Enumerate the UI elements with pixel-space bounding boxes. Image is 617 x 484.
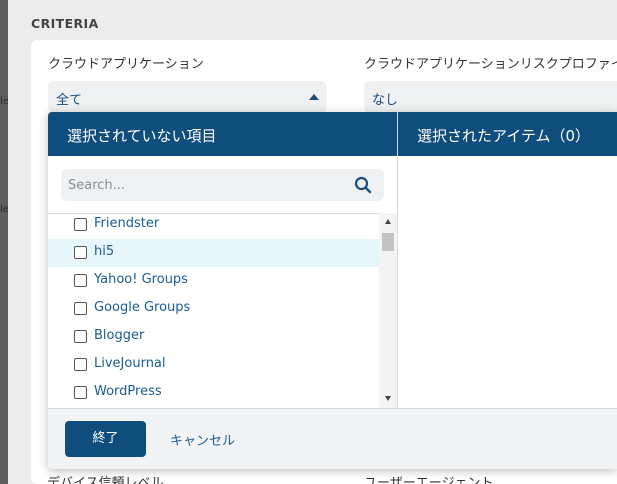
- background-panel-edge: le le: [0, 0, 8, 484]
- checkbox[interactable]: [74, 274, 87, 287]
- checkbox[interactable]: [74, 246, 87, 259]
- scroll-down-arrow-icon[interactable]: [385, 396, 391, 401]
- risk-profile-label: クラウドアプリケーションリスクプロファイ: [364, 57, 617, 72]
- search-box: [61, 169, 384, 201]
- list-item[interactable]: LiveJournal: [48, 351, 379, 379]
- list-item[interactable]: Blogger: [48, 323, 379, 351]
- list-item-label: WordPress: [94, 384, 162, 399]
- search-icon[interactable]: [354, 176, 372, 198]
- list-scrollbar[interactable]: [379, 213, 397, 408]
- background-text-fragment: le: [0, 96, 8, 107]
- done-button[interactable]: 終了: [65, 421, 146, 457]
- background-text-fragment: le: [0, 204, 8, 215]
- checkbox[interactable]: [74, 218, 87, 231]
- device-trust-label: デバイス信頼レベル: [47, 476, 164, 484]
- list-item-label: Yahoo! Groups: [94, 272, 188, 287]
- dropdown-footer: 終了 キャンセル: [48, 408, 617, 469]
- checkbox[interactable]: [74, 330, 87, 343]
- list-item-label: hi5: [94, 244, 115, 259]
- selected-items-header: 選択されたアイテム（0）: [398, 112, 617, 156]
- column-divider: [397, 112, 398, 408]
- cancel-button[interactable]: キャンセル: [170, 430, 235, 449]
- cloud-app-label: クラウドアプリケーション: [48, 57, 204, 72]
- unselected-items-list: Friendster hi5 Yahoo! Groups Google Grou…: [48, 213, 397, 408]
- checkbox[interactable]: [74, 386, 87, 399]
- risk-profile-select-value: なし: [372, 93, 399, 108]
- checkbox[interactable]: [74, 358, 87, 371]
- list-item-label: Friendster: [94, 216, 160, 231]
- search-input[interactable]: [61, 169, 341, 201]
- risk-profile-select[interactable]: なし: [364, 81, 617, 113]
- scroll-thumb[interactable]: [382, 233, 394, 251]
- multiselect-dropdown: 選択されていない項目 選択されたアイテム（0） Friendster hi5 Y…: [48, 112, 617, 469]
- scroll-up-arrow-icon[interactable]: [385, 219, 391, 224]
- list-item[interactable]: Friendster: [48, 214, 379, 239]
- list-item[interactable]: WordPress: [48, 379, 379, 407]
- checkbox[interactable]: [74, 302, 87, 315]
- list-item-label: Google Groups: [94, 300, 191, 315]
- list-item-label: LiveJournal: [94, 356, 166, 371]
- list-item[interactable]: hi5: [48, 239, 379, 267]
- user-agent-label: ユーザーエージェント: [364, 476, 494, 484]
- list-item[interactable]: Google Groups: [48, 295, 379, 323]
- list-item[interactable]: Yahoo! Groups: [48, 267, 379, 295]
- list-item-label: Blogger: [94, 328, 145, 343]
- cloud-app-select-value: 全て: [56, 93, 83, 108]
- section-title: CRITERIA: [31, 16, 99, 31]
- cloud-app-select[interactable]: 全て: [48, 81, 327, 113]
- unselected-items-header: 選択されていない項目: [48, 112, 397, 156]
- caret-up-icon: [309, 94, 319, 100]
